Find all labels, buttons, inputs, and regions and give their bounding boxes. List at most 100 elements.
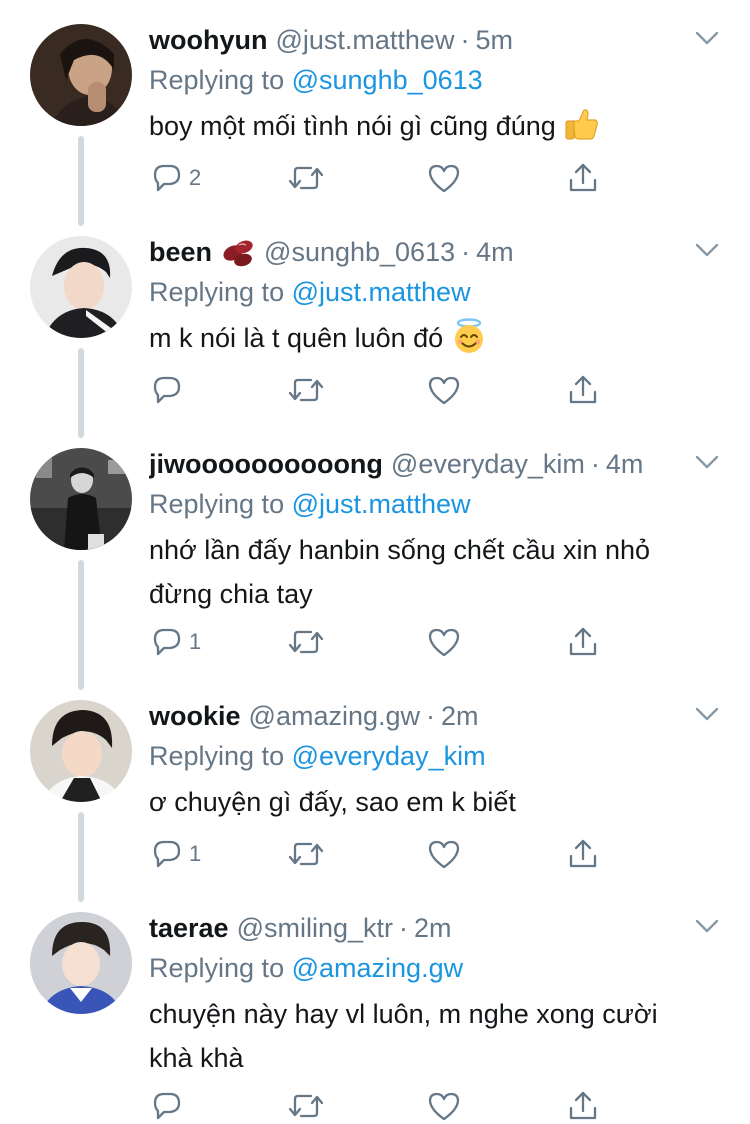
retweet-button[interactable] <box>287 160 325 196</box>
tweet-text: boy một mối tình nói gì cũng đúng <box>149 104 729 155</box>
heart-icon <box>428 164 460 193</box>
tweet-text: ơ chuyện gì đấy, sao em k biết <box>149 780 729 824</box>
tweet[interactable]: been @sunghb_0613 · 4m Replying to @just.ma… <box>0 212 750 424</box>
tweet[interactable]: jiwoooooooooong @everyday_kim · 4m Replying… <box>0 424 750 676</box>
replying-to: Replying to @just.matthew <box>149 484 471 524</box>
chevron-down-icon[interactable] <box>694 28 720 48</box>
heart-icon <box>428 840 460 869</box>
tweet-header: jiwoooooooooong @everyday_kim · 4m <box>149 442 689 486</box>
user-handle[interactable]: @smiling_ktr <box>237 913 393 943</box>
reply-button[interactable] <box>151 372 189 408</box>
replying-to: Replying to @just.matthew <box>149 272 471 312</box>
avatar[interactable] <box>30 24 132 126</box>
tweet-text: m k nói là t quên luôn đó <box>149 316 729 367</box>
timestamp[interactable]: 2m <box>414 913 452 943</box>
reply-button[interactable]: 1 <box>151 836 201 872</box>
tweet-text: chuyện này hay vl luôn, m nghe xong cười… <box>149 992 729 1080</box>
chevron-down-icon[interactable] <box>694 240 720 260</box>
tweet-actions: 1 <box>149 836 609 872</box>
chevron-down-icon[interactable] <box>694 916 720 936</box>
mention-link[interactable]: @amazing.gw <box>292 953 463 983</box>
user-handle[interactable]: @sunghb_0613 <box>264 237 455 267</box>
separator-dot: · <box>590 449 600 479</box>
reply-icon <box>153 164 181 192</box>
retweet-button[interactable] <box>287 1088 325 1124</box>
replying-label: Replying to <box>149 489 285 519</box>
mention-link[interactable]: @just.matthew <box>292 277 471 307</box>
chevron-down-icon[interactable] <box>694 452 720 472</box>
retweet-icon <box>288 630 324 654</box>
heart-icon <box>428 376 460 405</box>
retweet-icon <box>288 1094 324 1118</box>
tweet-text-line: đừng chia tay <box>149 579 313 609</box>
avatar[interactable] <box>30 236 132 338</box>
share-icon <box>569 627 597 656</box>
share-button[interactable] <box>567 372 599 408</box>
tweet-header: been @sunghb_0613 · 4m <box>149 230 689 274</box>
share-icon <box>569 163 597 192</box>
reply-icon <box>153 840 181 868</box>
tweet[interactable]: woohyun @just.matthew · 5m Replying to @sun… <box>0 0 750 212</box>
reply-icon <box>153 628 181 656</box>
replying-label: Replying to <box>149 953 285 983</box>
like-button[interactable] <box>427 836 461 872</box>
timestamp[interactable]: 5m <box>475 25 513 55</box>
reply-button[interactable]: 2 <box>151 160 201 196</box>
tweet-actions: 2 <box>149 160 609 196</box>
share-button[interactable] <box>567 1088 599 1124</box>
tweet-header: taerae @smiling_ktr · 2m <box>149 906 689 950</box>
share-icon <box>569 375 597 404</box>
tweet-header: woohyun @just.matthew · 5m <box>149 18 689 62</box>
tweet-text-line: boy một mối tình nói gì cũng đúng <box>149 111 556 141</box>
display-name[interactable]: woohyun <box>149 25 267 55</box>
user-handle[interactable]: @just.matthew <box>275 25 454 55</box>
tweet-text-line: nhớ lần đấy hanbin sống chết cầu xin nhỏ <box>149 535 651 565</box>
reply-count: 2 <box>189 165 202 190</box>
separator-dot: · <box>426 701 436 731</box>
timestamp[interactable]: 2m <box>441 701 479 731</box>
smiling-face-with-halo-icon <box>451 318 487 367</box>
display-name[interactable]: wookie <box>149 701 241 731</box>
avatar[interactable] <box>30 700 132 802</box>
reply-thread: woohyun @just.matthew · 5m Replying to @sun… <box>0 0 750 1121</box>
user-handle[interactable]: @amazing.gw <box>249 701 420 731</box>
beans-icon <box>220 235 256 274</box>
like-button[interactable] <box>427 1088 461 1124</box>
share-icon <box>569 1091 597 1120</box>
reply-icon <box>153 376 181 404</box>
tweet-text-line: chuyện này hay vl luôn, m nghe xong cười <box>149 999 658 1029</box>
tweet-actions: 1 <box>149 624 609 660</box>
retweet-button[interactable] <box>287 372 325 408</box>
separator-dot: · <box>461 237 471 267</box>
separator-dot: · <box>399 913 409 943</box>
retweet-button[interactable] <box>287 836 325 872</box>
chevron-down-icon[interactable] <box>694 704 720 724</box>
display-name[interactable]: been <box>149 237 212 267</box>
timestamp[interactable]: 4m <box>606 449 644 479</box>
user-handle[interactable]: @everyday_kim <box>391 449 585 479</box>
display-name[interactable]: taerae <box>149 913 229 943</box>
tweet-text: nhớ lần đấy hanbin sống chết cầu xin nhỏ… <box>149 528 729 616</box>
like-button[interactable] <box>427 624 461 660</box>
tweet-header: wookie @amazing.gw · 2m <box>149 694 689 738</box>
retweet-button[interactable] <box>287 624 325 660</box>
share-button[interactable] <box>567 836 599 872</box>
mention-link[interactable]: @everyday_kim <box>292 741 486 771</box>
avatar[interactable] <box>30 912 132 1014</box>
mention-link[interactable]: @sunghb_0613 <box>292 65 483 95</box>
avatar[interactable] <box>30 448 132 550</box>
display-name[interactable]: jiwoooooooooong <box>149 449 383 479</box>
share-button[interactable] <box>567 624 599 660</box>
mention-link[interactable]: @just.matthew <box>292 489 471 519</box>
tweet-text-line: khà khà <box>149 1043 244 1073</box>
reply-button[interactable] <box>151 1088 189 1124</box>
reply-button[interactable]: 1 <box>151 624 201 660</box>
like-button[interactable] <box>427 372 461 408</box>
tweet[interactable]: wookie @amazing.gw · 2m Replying to @everyd… <box>0 676 750 888</box>
heart-icon <box>428 1092 460 1121</box>
tweet[interactable]: taerae @smiling_ktr · 2m Replying to @amazi… <box>0 888 750 1121</box>
like-button[interactable] <box>427 160 461 196</box>
reply-count: 1 <box>189 629 202 654</box>
timestamp[interactable]: 4m <box>476 237 514 267</box>
share-button[interactable] <box>567 160 599 196</box>
